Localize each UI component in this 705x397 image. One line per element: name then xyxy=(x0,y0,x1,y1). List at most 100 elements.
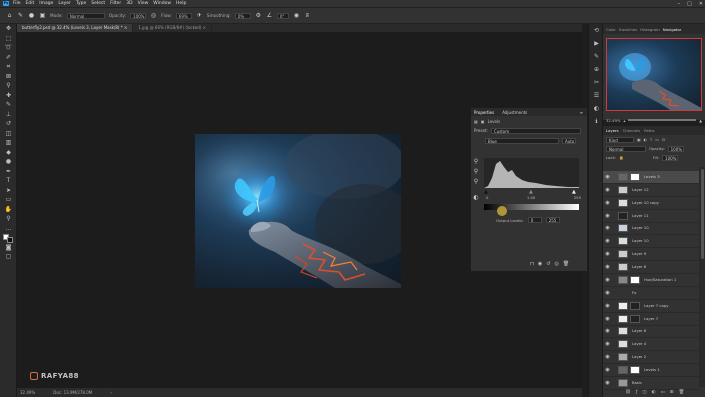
eye-icon[interactable]: ◉ xyxy=(603,303,612,309)
opacity-field[interactable]: 100% xyxy=(130,12,147,19)
eye-icon[interactable]: ◉ xyxy=(603,225,612,231)
menu-window[interactable]: Window xyxy=(153,1,171,6)
eye-icon[interactable]: ◉ xyxy=(603,354,612,360)
eye-icon[interactable]: ◉ xyxy=(603,316,612,322)
eye-icon[interactable]: ◉ xyxy=(603,328,612,334)
crop-tool-icon[interactable]: ⌗ xyxy=(0,62,17,72)
quick-select-tool-icon[interactable]: ✐ xyxy=(0,53,17,63)
angle-field[interactable]: 0° xyxy=(276,12,289,19)
layer-mask-thumbnail[interactable] xyxy=(630,275,640,284)
brushes-icon[interactable]: ✎ xyxy=(589,50,604,63)
zoom-in-icon[interactable]: ▲ xyxy=(699,118,702,123)
path-select-icon[interactable]: ➤ xyxy=(0,186,17,196)
history-brush-icon[interactable]: ↺ xyxy=(0,119,17,129)
stamp-tool-icon[interactable]: ⊥ xyxy=(0,110,17,120)
layer-row[interactable]: ◉ Layer 11 xyxy=(603,210,699,223)
output-white-value[interactable]: 255 xyxy=(545,217,560,223)
blur-tool-icon[interactable]: ◆ xyxy=(0,148,17,158)
layer-mask-thumbnail[interactable] xyxy=(630,301,640,310)
view-previous-icon[interactable]: ◉ xyxy=(538,261,542,267)
hand-tool-icon[interactable]: ✋ xyxy=(0,205,17,215)
menu-image[interactable]: Image xyxy=(39,1,53,6)
layer-row[interactable]: ◉ Basic xyxy=(603,377,699,390)
eye-icon[interactable]: ◉ xyxy=(603,277,612,283)
fx-icon[interactable]: ƒ xyxy=(636,390,638,397)
eye-icon[interactable]: ◉ xyxy=(603,238,612,244)
eye-icon[interactable]: ◉ xyxy=(603,174,612,180)
pressure-size-icon[interactable]: ◉ xyxy=(293,12,300,19)
layer-row[interactable]: ◉ Layer 10 xyxy=(603,222,699,235)
layer-row[interactable]: ◉ Layer 4 xyxy=(603,338,699,351)
tab-1-jpg[interactable]: 1.jpg @ 66% (RGB/8#) (locked) × xyxy=(133,24,212,32)
gradient-tool-icon[interactable]: ▥ xyxy=(0,138,17,148)
layer-row[interactable]: ◉ Levels 1 xyxy=(603,364,699,377)
layer-row[interactable]: ◉ Layer 7 xyxy=(603,313,699,326)
input-black-value[interactable]: 0 xyxy=(486,195,488,201)
tab-swatches[interactable]: Swatches xyxy=(619,27,637,32)
clip-to-layer-icon[interactable]: ⊓ xyxy=(530,261,534,267)
gear-icon[interactable]: ⚙ xyxy=(255,12,262,19)
input-white-value[interactable]: 255 xyxy=(574,195,581,201)
tab-histogram[interactable]: Histogram xyxy=(640,27,660,32)
menu-filter[interactable]: Filter xyxy=(110,1,121,6)
scrollbar-thumb[interactable] xyxy=(700,169,704,259)
menu-view[interactable]: View xyxy=(138,1,149,6)
smoothing-field[interactable]: 0% xyxy=(234,12,251,19)
healing-tool-icon[interactable]: ✚ xyxy=(0,91,17,101)
eye-icon[interactable]: ◉ xyxy=(603,367,612,373)
menu-file[interactable]: File xyxy=(13,1,21,6)
eye-icon[interactable]: ◉ xyxy=(603,200,612,206)
blend-mode-select[interactable]: Normal xyxy=(606,145,646,152)
layer-row[interactable]: ◉ Layer 10 xyxy=(603,235,699,248)
layer-mask-thumbnail[interactable] xyxy=(630,172,640,181)
layer-row[interactable]: ◉ Layer 8 xyxy=(603,261,699,274)
flow-field[interactable]: 69% xyxy=(175,12,192,19)
symmetry-icon[interactable]: ʬ xyxy=(304,12,311,19)
tab-channels[interactable]: Channels xyxy=(623,128,641,133)
more-tools-icon[interactable]: … xyxy=(0,224,17,234)
eyedropper-tool-icon[interactable]: ⚲ xyxy=(0,81,17,91)
eye-icon[interactable]: ◉ xyxy=(603,380,612,386)
menu-layer[interactable]: Layer xyxy=(58,1,71,6)
tab-adjustments[interactable]: Adjustments xyxy=(502,110,527,115)
fill-field[interactable]: 100% xyxy=(662,154,679,161)
white-eyedropper-icon[interactable]: ⚲ xyxy=(472,177,480,187)
history-icon[interactable]: ⟲ xyxy=(589,24,604,37)
tab-layers[interactable]: Layers xyxy=(606,128,619,133)
reset-icon[interactable]: ↺ xyxy=(546,261,550,267)
channel-select[interactable]: Blue xyxy=(485,138,559,144)
shape-tool-icon[interactable]: ▭ xyxy=(0,195,17,205)
filter-adjust-icon[interactable]: ◐ xyxy=(644,137,647,142)
menu-select[interactable]: Select xyxy=(91,1,105,6)
layer-row[interactable]: ◉ Layer 2 xyxy=(603,351,699,364)
new-group-icon[interactable]: ▭ xyxy=(661,390,665,397)
brush-preset-icon[interactable]: ● xyxy=(28,12,35,19)
layer-row[interactable]: ◉ Layer 12 xyxy=(603,184,699,197)
minimize-button[interactable]: – xyxy=(678,1,681,7)
layer-mask-thumbnail[interactable] xyxy=(630,365,640,374)
tools-icon[interactable]: ✂ xyxy=(589,76,604,89)
input-sliders[interactable]: ▲ ▲ ▲ xyxy=(484,189,579,195)
status-zoom[interactable]: 32.49% xyxy=(20,390,35,395)
layer-row[interactable]: ◉ Fx xyxy=(603,287,699,300)
brush-tool-icon[interactable]: ✎ xyxy=(0,100,17,110)
layer-row[interactable]: ◉ Layer 9 xyxy=(603,248,699,261)
filter-shape-icon[interactable]: ▭ xyxy=(655,137,659,142)
menu-3d[interactable]: 3D xyxy=(126,1,132,6)
preset-select[interactable]: Custom xyxy=(490,127,581,134)
layer-row[interactable]: ◉ Layer 6 xyxy=(603,325,699,338)
clone-source-icon[interactable]: ⊕ xyxy=(589,63,604,76)
home-icon[interactable]: ⌂ xyxy=(6,12,13,19)
layer-opacity-field[interactable]: 100% xyxy=(667,145,684,152)
panel-menu-icon[interactable]: ≡ xyxy=(580,110,583,115)
delete-layer-icon[interactable]: 🗑 xyxy=(679,390,685,397)
menu-edit[interactable]: Edit xyxy=(26,1,35,6)
marquee-tool-icon[interactable]: ⬚ xyxy=(0,34,17,44)
layer-row[interactable]: ◉ Layer 7 copy xyxy=(603,300,699,313)
tab-paths[interactable]: Paths xyxy=(644,128,654,133)
document-image[interactable] xyxy=(195,134,401,288)
adjustments-icon[interactable]: ◐ xyxy=(589,102,604,115)
filter-smart-icon[interactable]: ⊡ xyxy=(662,137,665,142)
eye-icon[interactable]: ◉ xyxy=(603,341,612,347)
color-swatches-icon[interactable] xyxy=(0,233,17,243)
